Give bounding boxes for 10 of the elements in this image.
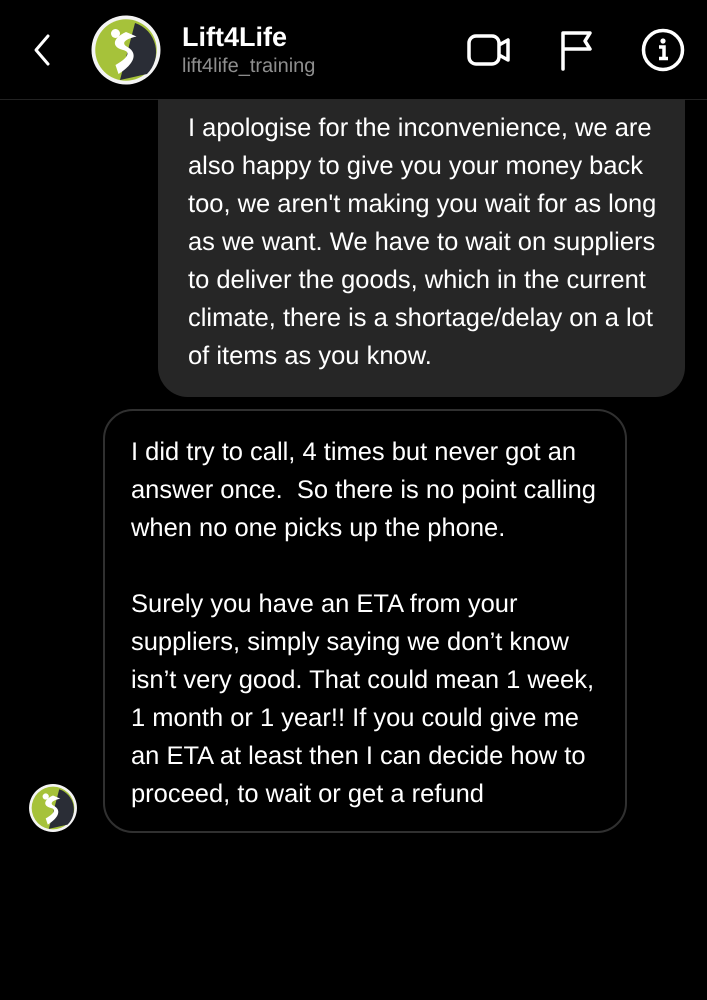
message-text: Surely you have an ETA from your suppliers, simply saying we don’t know isn’t very good. That could mean 1 week, 1 month or 1 year!! If you could give me an ETA at least then I can decide how to proceed, to wait or get a refund bbox=[131, 589, 596, 810]
info-icon[interactable] bbox=[641, 28, 685, 72]
video-call-icon[interactable] bbox=[467, 32, 511, 68]
message-text: I apologise for the inconvenience, we are also happy to give you your money back too, we aren't making you wait for as long as we want. We have to wait on suppliers to deliver the goods, which in the current climate, there is a shortage/delay on a lot of items as you know. bbox=[188, 113, 657, 372]
contact-username: lift4life_training bbox=[182, 54, 316, 78]
flag-icon[interactable] bbox=[559, 28, 593, 70]
contact-name: Lift4Life bbox=[182, 20, 288, 52]
message-text: I did try to call, 4 times but never got an answer once. So there is no point calling when no one picks up the phone. bbox=[131, 437, 597, 544]
avatar-icon bbox=[28, 783, 78, 833]
avatar-icon bbox=[90, 14, 162, 86]
